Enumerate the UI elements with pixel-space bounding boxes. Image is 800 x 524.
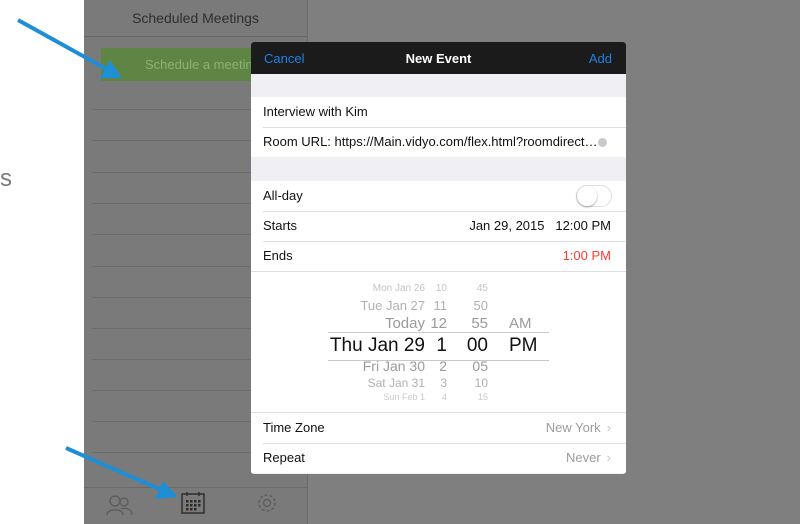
arrow-icon xyxy=(17,18,122,78)
arrow-icon xyxy=(65,446,178,499)
annotation-arrows xyxy=(17,18,178,499)
